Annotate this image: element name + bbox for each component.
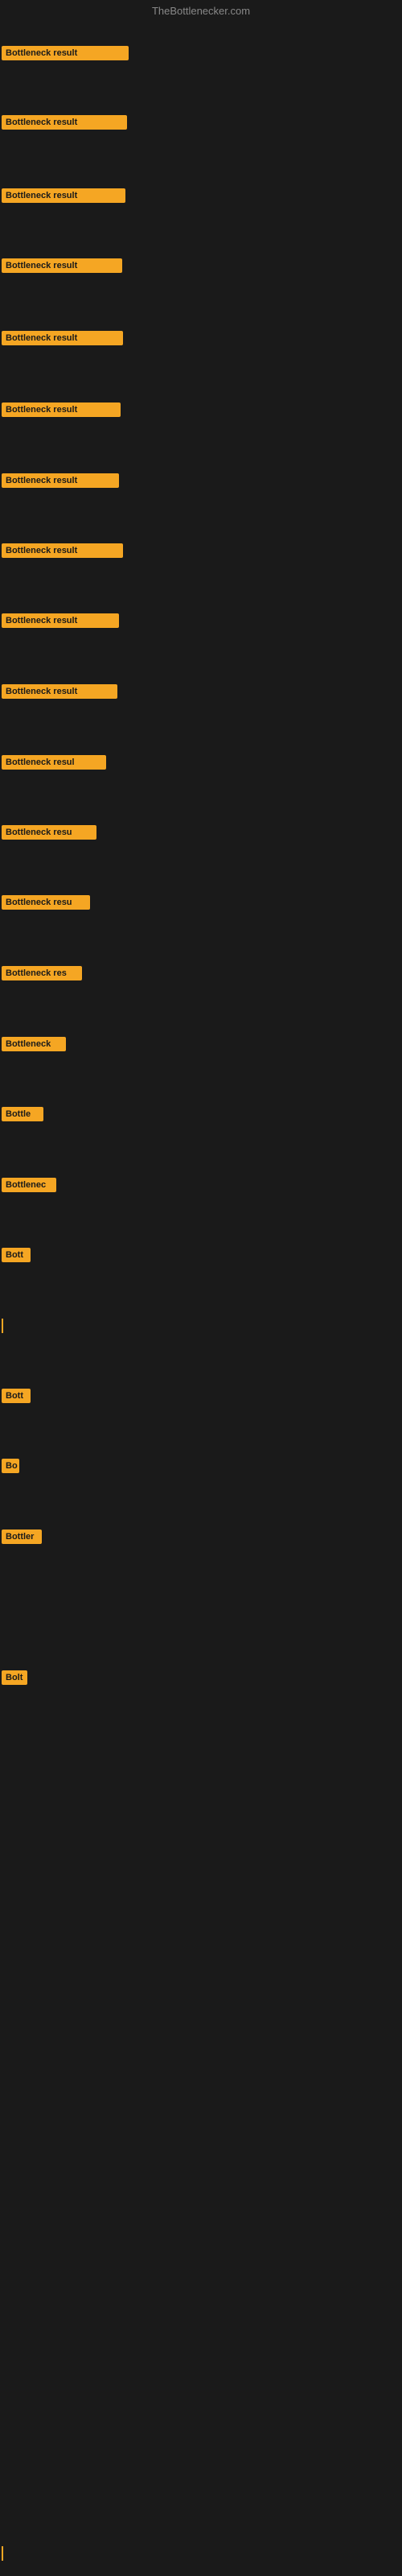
bottleneck-badge-8: Bottleneck result (2, 543, 123, 558)
cursor-indicator-24 (2, 2546, 3, 2561)
bottleneck-badge-2: Bottleneck result (2, 115, 127, 130)
bottleneck-badge-10: Bottleneck result (2, 684, 117, 699)
site-title: TheBottlenecker.com (152, 5, 250, 17)
bottleneck-badge-12: Bottleneck resu (2, 825, 96, 840)
bottleneck-badge-7: Bottleneck result (2, 473, 119, 488)
bottleneck-badge-22: Bottler (2, 1530, 42, 1544)
bottleneck-badge-21: Bo (2, 1459, 19, 1473)
bottleneck-badge-9: Bottleneck result (2, 613, 119, 628)
bottleneck-badge-3: Bottleneck result (2, 188, 125, 203)
bottleneck-badge-11: Bottleneck resul (2, 755, 106, 770)
bottleneck-badge-16: Bottle (2, 1107, 43, 1121)
bottleneck-badge-4: Bottleneck result (2, 258, 122, 273)
bottleneck-badge-18: Bott (2, 1248, 31, 1262)
cursor-indicator-19 (2, 1319, 3, 1333)
bottleneck-badge-17: Bottlenec (2, 1178, 56, 1192)
bottleneck-badge-14: Bottleneck res (2, 966, 82, 980)
bottleneck-badge-15: Bottleneck (2, 1037, 66, 1051)
bottleneck-badge-6: Bottleneck result (2, 402, 121, 417)
bottleneck-badge-1: Bottleneck result (2, 46, 129, 60)
bottleneck-badge-13: Bottleneck resu (2, 895, 90, 910)
bottleneck-badge-5: Bottleneck result (2, 331, 123, 345)
bottleneck-badge-20: Bott (2, 1389, 31, 1403)
bottleneck-badge-23: Bolt (2, 1670, 27, 1685)
